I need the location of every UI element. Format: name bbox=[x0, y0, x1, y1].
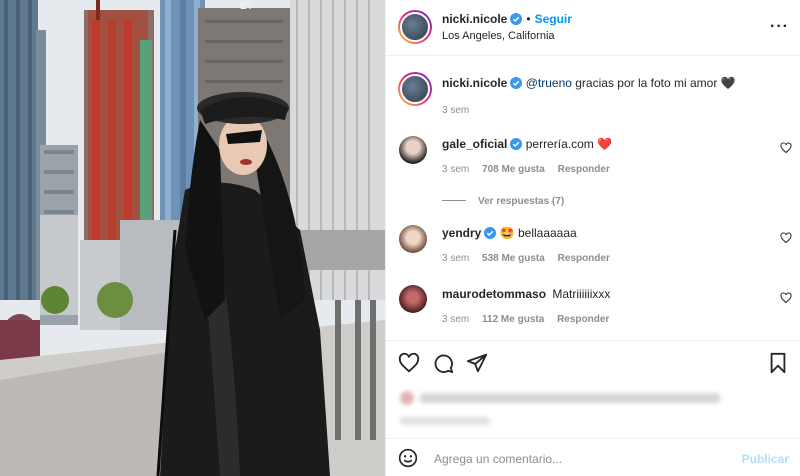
comment-username[interactable]: yendry bbox=[442, 226, 481, 240]
caption: nicki.nicole @trueno gracias por la foto… bbox=[442, 76, 782, 90]
verified-badge-icon bbox=[510, 77, 523, 89]
action-bar bbox=[386, 340, 800, 438]
like-comment-heart-icon[interactable] bbox=[780, 232, 792, 244]
caption-mention[interactable]: @trueno bbox=[526, 76, 572, 90]
verified-badge-icon bbox=[510, 13, 523, 25]
comment-likes[interactable]: 112 Me gusta bbox=[482, 314, 544, 325]
ey-sign: EY bbox=[240, 1, 254, 12]
comment-text: 🤩 bellaaaaaa bbox=[499, 226, 577, 240]
comment-likes[interactable]: 708 Me gusta bbox=[482, 164, 545, 175]
comment-bubble-icon[interactable] bbox=[432, 352, 454, 374]
more-options-icon[interactable]: ··· bbox=[770, 18, 789, 36]
comment-input[interactable]: Agrega un comentario... bbox=[434, 452, 562, 466]
comment-row: maurodetommaso Matriiiiiixxx bbox=[442, 287, 610, 301]
comment-meta: 3 sem 112 Me gusta Responder bbox=[442, 314, 609, 325]
comment-row: yendry 🤩 bellaaaaaa bbox=[442, 226, 577, 240]
save-bookmark-icon[interactable] bbox=[767, 352, 789, 374]
like-comment-heart-icon[interactable] bbox=[780, 142, 792, 154]
add-comment-bar: Agrega un comentario... Publicar bbox=[386, 438, 800, 476]
caption-avatar[interactable] bbox=[398, 72, 432, 106]
share-send-icon[interactable] bbox=[466, 352, 488, 374]
comment-avatar[interactable] bbox=[399, 225, 427, 253]
instagram-post: EY nicki.nicole • Seguir Los Angeles, Ca… bbox=[0, 0, 800, 476]
publish-button[interactable]: Publicar bbox=[742, 452, 789, 466]
photo-illustration: EY bbox=[0, 0, 385, 476]
comment-text: perrería.com ❤️ bbox=[525, 137, 613, 151]
author-line: nicki.nicole • Seguir bbox=[442, 12, 572, 26]
like-heart-icon[interactable] bbox=[398, 352, 420, 374]
comment-avatar[interactable] bbox=[399, 136, 427, 164]
author-username[interactable]: nicki.nicole bbox=[442, 12, 507, 26]
like-comment-heart-icon[interactable] bbox=[780, 292, 792, 304]
comment-meta: 3 sem 538 Me gusta Responder bbox=[442, 253, 610, 264]
caption-text: gracias por la foto mi amor 🖤 bbox=[571, 76, 736, 90]
comment-likes[interactable]: 538 Me gusta bbox=[482, 253, 545, 264]
post-photo[interactable]: EY bbox=[0, 0, 385, 476]
post-header: nicki.nicole • Seguir Los Angeles, Califor… bbox=[386, 0, 800, 56]
liked-by-text bbox=[420, 393, 720, 403]
comment-time: 3 sem bbox=[442, 253, 470, 264]
comment-time: 3 sem bbox=[442, 164, 470, 175]
replies-line bbox=[442, 200, 466, 202]
comment-username[interactable]: gale_oficial bbox=[442, 137, 507, 151]
comment-avatar[interactable] bbox=[399, 285, 427, 313]
reply-button[interactable]: Responder bbox=[557, 314, 609, 325]
reply-button[interactable]: Responder bbox=[558, 253, 610, 264]
reply-button[interactable]: Responder bbox=[558, 164, 610, 175]
location-link[interactable]: Los Angeles, California bbox=[442, 30, 555, 42]
verified-badge-icon bbox=[510, 138, 523, 150]
post-sidebar: nicki.nicole • Seguir Los Angeles, Califor… bbox=[385, 0, 800, 476]
liked-by-avatar bbox=[400, 391, 414, 405]
comment-row: gale_oficial perrería.com ❤️ bbox=[442, 137, 612, 151]
follow-button[interactable]: Seguir bbox=[535, 12, 572, 26]
comment-meta: 3 sem 708 Me gusta Responder bbox=[442, 164, 610, 175]
author-avatar[interactable] bbox=[398, 10, 432, 44]
comment-username[interactable]: maurodetommaso bbox=[442, 287, 546, 301]
view-replies-label: Ver respuestas (7) bbox=[478, 196, 565, 207]
caption-username[interactable]: nicki.nicole bbox=[442, 76, 507, 90]
comment-text: Matriiiiiixxx bbox=[552, 287, 611, 301]
emoji-icon[interactable] bbox=[398, 448, 418, 468]
comment-time: 3 sem bbox=[442, 314, 470, 325]
view-replies[interactable]: Ver respuestas (7) bbox=[442, 193, 564, 207]
post-date bbox=[400, 417, 490, 425]
verified-badge-icon bbox=[484, 227, 497, 239]
separator-dot: • bbox=[526, 12, 531, 26]
caption-time: 3 sem bbox=[442, 105, 470, 116]
